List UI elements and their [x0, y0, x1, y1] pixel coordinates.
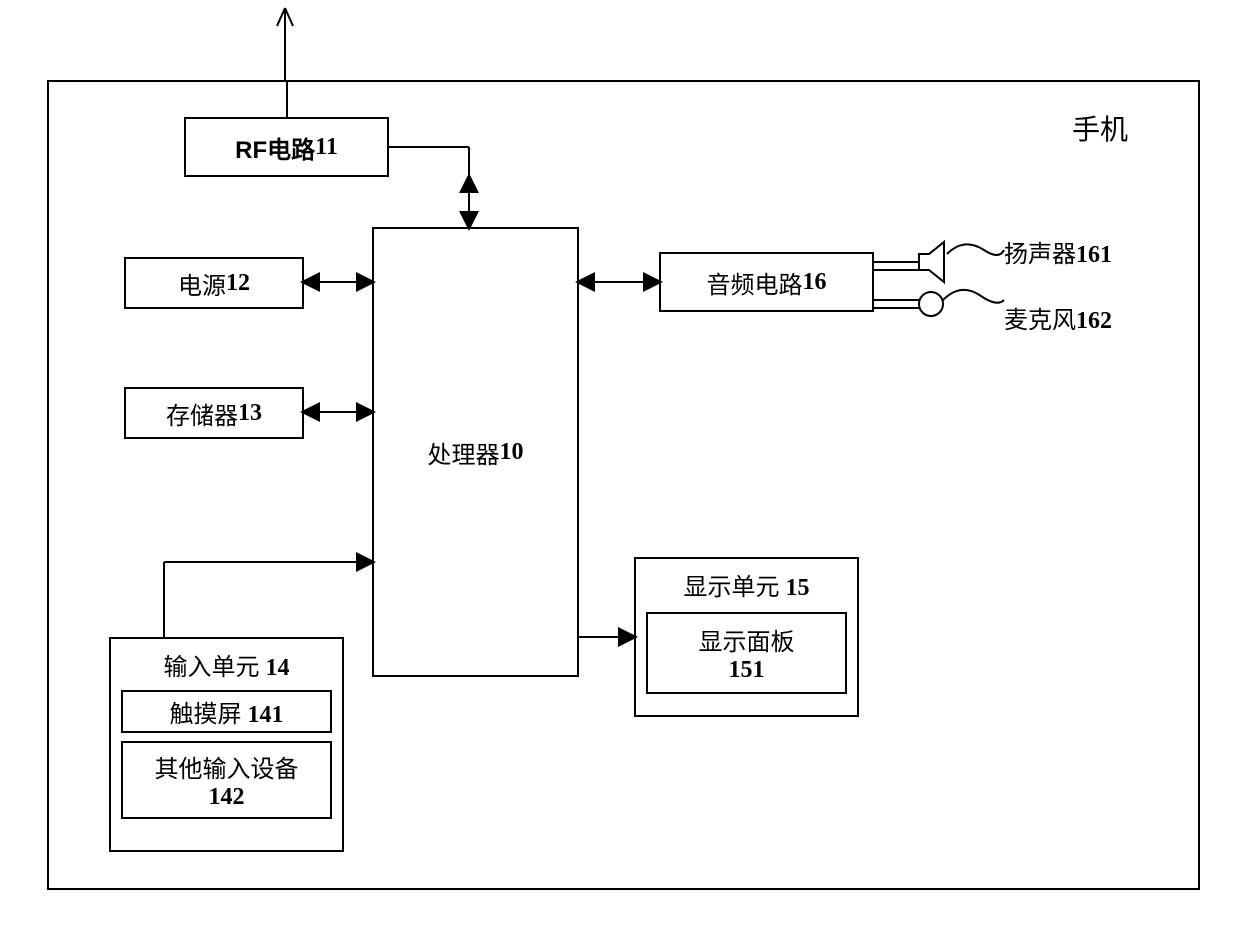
phone-outline: 手机 RF电路 11 电源 12 存储器 13 处理器 10 音频电路 16 显…	[47, 80, 1200, 890]
antenna	[275, 8, 295, 80]
arrows	[49, 82, 1202, 892]
